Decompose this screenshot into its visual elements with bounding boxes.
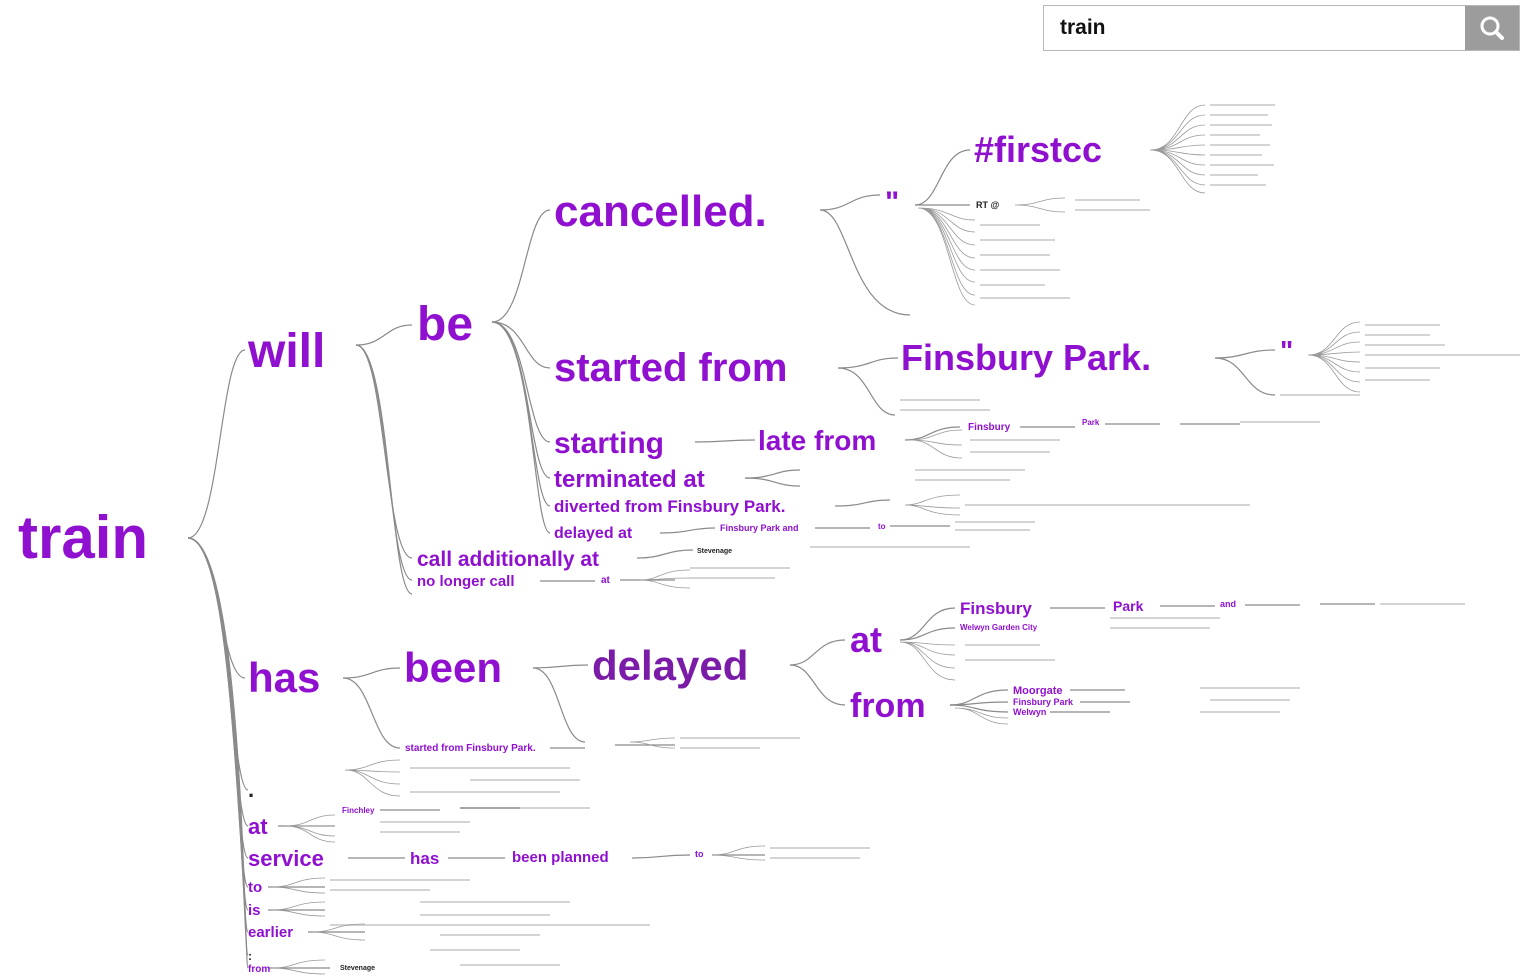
node-to-small-2[interactable]: to: [695, 849, 704, 859]
node-delayed[interactable]: delayed: [592, 642, 748, 689]
node-park-2[interactable]: Park: [1113, 598, 1144, 614]
node-starting[interactable]: starting: [554, 427, 664, 460]
node-is[interactable]: is: [248, 902, 261, 919]
leaf-fans: [271, 104, 1361, 975]
node-from-2[interactable]: from: [248, 964, 270, 975]
node-stevenage-2[interactable]: Stevenage: [340, 965, 375, 972]
node-finsbury-park-small[interactable]: Finsbury Park: [1013, 697, 1074, 707]
node-late-from[interactable]: late from: [758, 425, 876, 456]
faint-leaves: [330, 104, 1520, 966]
node-firstcc[interactable]: #firstcc: [974, 129, 1102, 170]
node-delayed-at[interactable]: delayed at: [554, 525, 633, 542]
word-tree: train will be cancelled. " #firstcc RT @…: [18, 104, 1520, 975]
node-at[interactable]: at: [850, 619, 882, 660]
tree-edges: [187, 149, 1375, 969]
node-finsbury-park-and[interactable]: Finsbury Park and: [720, 523, 799, 533]
node-welwyn-garden-city[interactable]: Welwyn Garden City: [960, 623, 1038, 632]
node-welwyn[interactable]: Welwyn: [1013, 707, 1046, 717]
node-finchley[interactable]: Finchley: [342, 806, 375, 815]
node-started-from[interactable]: started from: [554, 346, 787, 390]
node-has-2[interactable]: has: [410, 849, 439, 868]
node-quote-2[interactable]: ": [1280, 335, 1293, 366]
node-stevenage[interactable]: Stevenage: [697, 548, 732, 555]
node-no-longer-call[interactable]: no longer call: [417, 573, 515, 590]
node-service[interactable]: service: [248, 846, 324, 871]
node-finsbury-small[interactable]: Finsbury: [968, 422, 1011, 433]
node-and-small[interactable]: and: [1220, 599, 1236, 609]
node-be[interactable]: be: [417, 298, 473, 351]
node-call-additionally-at[interactable]: call additionally at: [417, 548, 599, 571]
node-colon[interactable]: :: [248, 949, 252, 963]
node-to-small[interactable]: to: [878, 522, 886, 531]
node-finsbury-park[interactable]: Finsbury Park.: [901, 337, 1151, 378]
root-word[interactable]: train: [18, 504, 148, 571]
node-at-small[interactable]: at: [601, 575, 611, 586]
node-cancelled[interactable]: cancelled.: [554, 187, 767, 236]
node-finsbury-2[interactable]: Finsbury: [960, 599, 1032, 618]
node-park-small[interactable]: Park: [1082, 418, 1100, 427]
node-been[interactable]: been: [404, 644, 502, 691]
node-rt-at[interactable]: RT @: [976, 200, 999, 210]
node-diverted-from[interactable]: diverted from Finsbury Park.: [554, 497, 785, 516]
node-started-from-finsbury-park[interactable]: started from Finsbury Park.: [405, 743, 536, 754]
node-from[interactable]: from: [850, 687, 926, 725]
node-earlier[interactable]: earlier: [248, 924, 293, 941]
node-will[interactable]: will: [247, 325, 325, 378]
node-at-2[interactable]: at: [248, 814, 268, 839]
node-dot[interactable]: .: [248, 777, 254, 802]
node-to[interactable]: to: [248, 879, 262, 896]
node-been-planned[interactable]: been planned: [512, 849, 609, 866]
node-has[interactable]: has: [248, 654, 320, 701]
node-quote-1[interactable]: ": [885, 186, 899, 219]
node-terminated-at[interactable]: terminated at: [554, 466, 705, 493]
node-moorgate[interactable]: Moorgate: [1013, 685, 1063, 697]
